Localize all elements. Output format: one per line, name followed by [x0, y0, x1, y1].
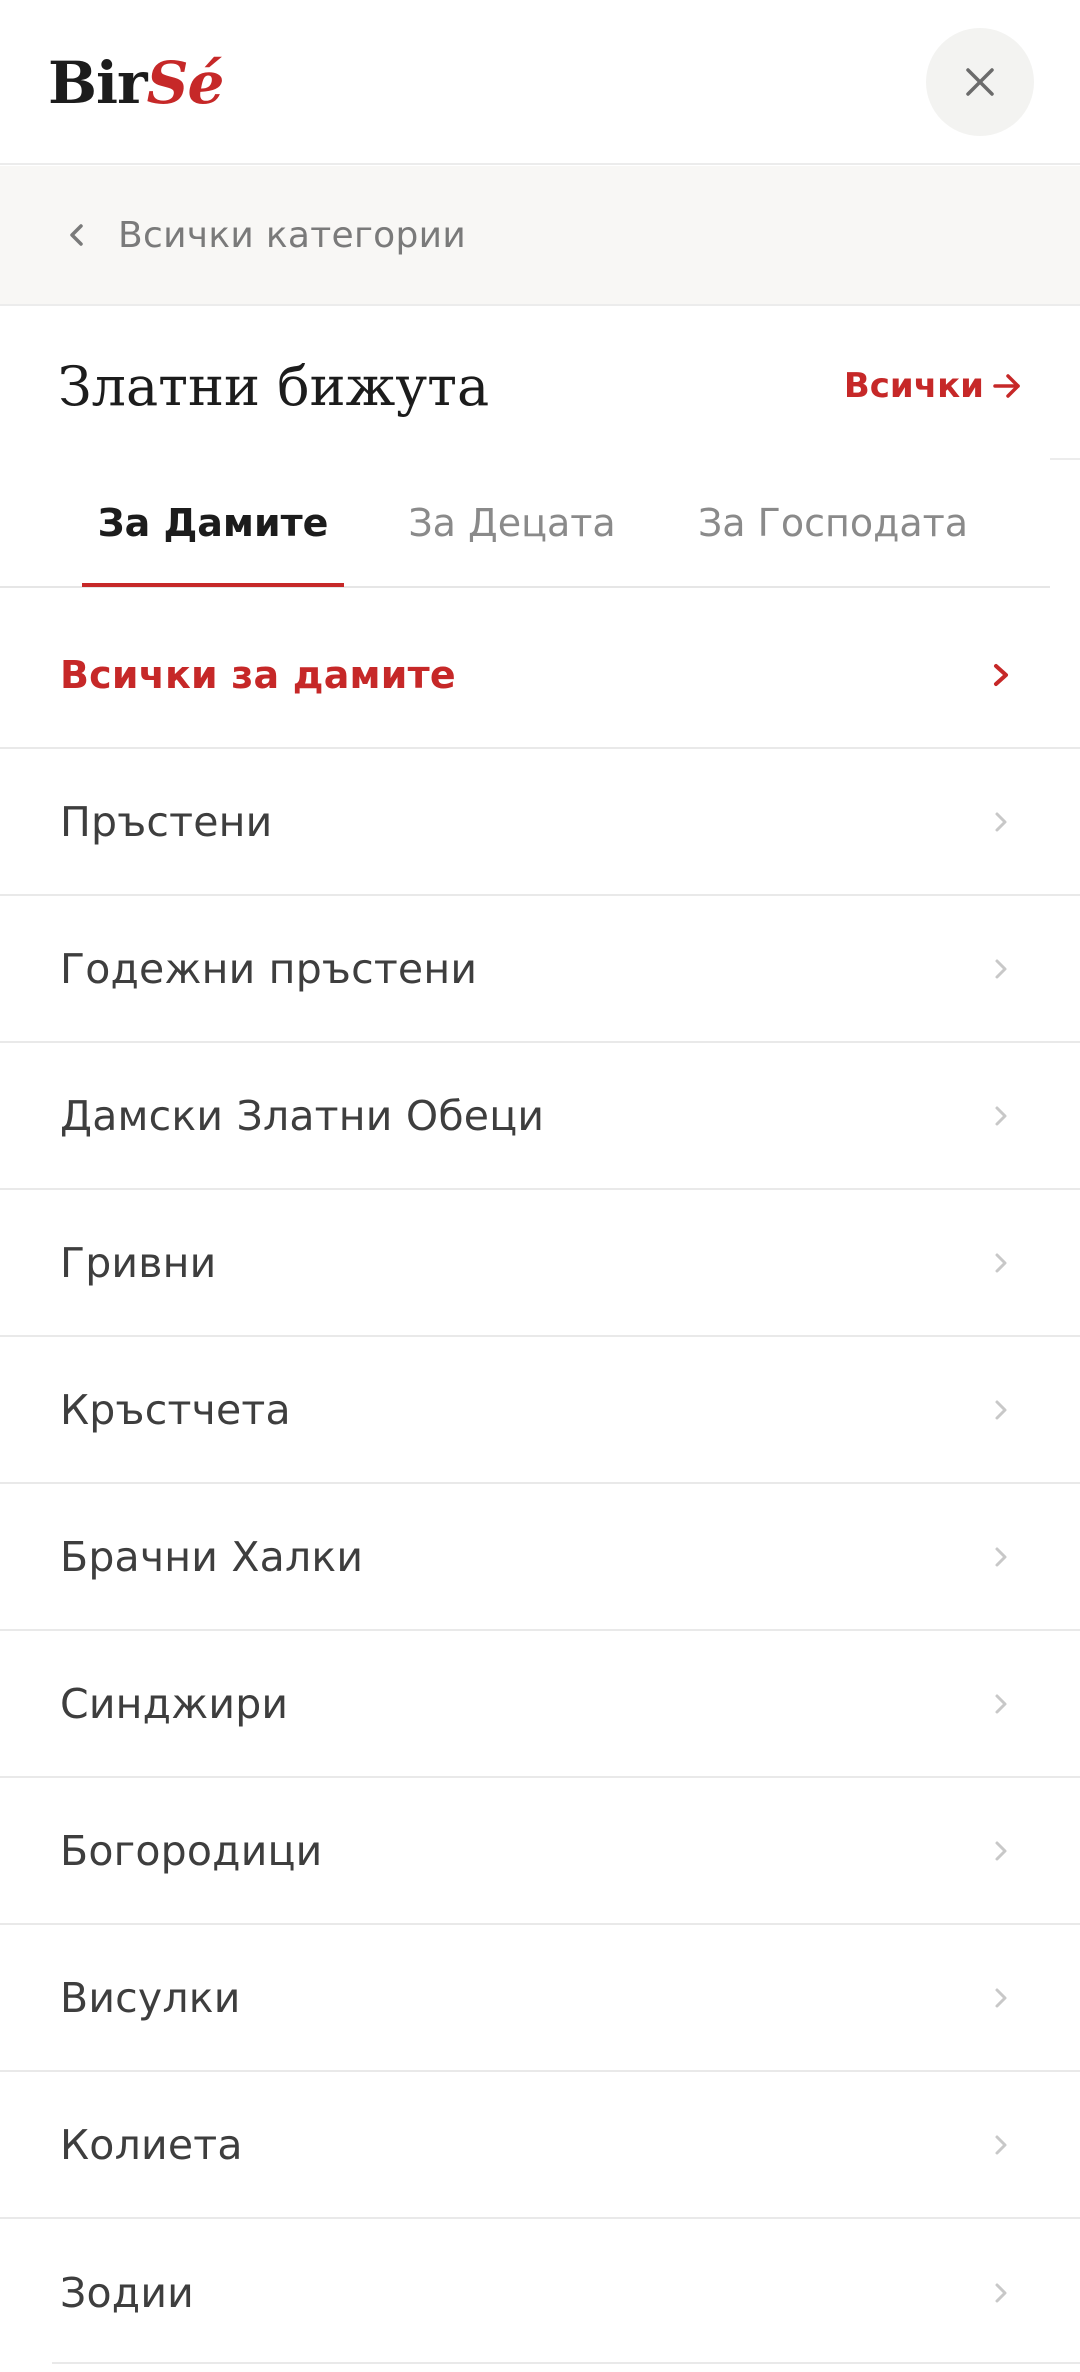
back-to-all-categories[interactable]: Всички категории [0, 166, 1080, 306]
chevron-right-icon [990, 2130, 1012, 2160]
list-item[interactable]: Брачни Халки [0, 1484, 1080, 1631]
chevron-right-icon [990, 2278, 1012, 2308]
tab-kids[interactable]: За Децата [380, 458, 644, 588]
chevron-right-icon [990, 807, 1012, 837]
list-item[interactable]: Дамски Златни Обеци [0, 1043, 1080, 1190]
list-item-label: Дамски Златни Обеци [60, 1091, 545, 1140]
list-item-label: Синджири [60, 1679, 289, 1728]
chevron-right-icon [990, 1101, 1012, 1131]
back-label: Всички категории [118, 214, 467, 256]
list-item-label: Всички за дамите [60, 653, 456, 697]
list-item-label: Зодии [60, 2268, 195, 2317]
list-item[interactable]: Зодии [0, 2219, 1080, 2366]
see-all-label: Всички [843, 366, 984, 406]
chevron-left-icon [66, 220, 96, 250]
logo-text-accent: Sé [146, 49, 225, 117]
tab-men[interactable]: За Господата [680, 458, 986, 588]
list-item[interactable]: Колиета [0, 2072, 1080, 2219]
list-item-label: Богородици [60, 1826, 323, 1875]
list-item[interactable]: Годежни пръстени [0, 896, 1080, 1043]
list-item-label: Кръстчета [60, 1385, 291, 1434]
top-bar: BirSé [0, 0, 1080, 165]
list-item-label: Висулки [60, 1973, 241, 2022]
close-button[interactable] [926, 28, 1034, 136]
list-item[interactable]: Кръстчета [0, 1337, 1080, 1484]
chevron-right-icon [990, 660, 1012, 690]
list-item[interactable]: Пръстени [0, 749, 1080, 896]
chevron-right-icon [990, 1248, 1012, 1278]
see-all-link[interactable]: Всички [844, 366, 1022, 406]
subcategory-list: Всички за дамите Пръстени Годежни пръсте… [0, 603, 1080, 2366]
category-header: Златни бижута Всички [0, 308, 1080, 460]
brand-logo[interactable]: BirSé [48, 48, 225, 118]
list-item-label: Годежни пръстени [60, 944, 478, 993]
list-item-label: Пръстени [60, 797, 273, 846]
chevron-right-icon [990, 1689, 1012, 1719]
list-item[interactable]: Гривни [0, 1190, 1080, 1337]
list-item-all-women[interactable]: Всички за дамите [0, 603, 1080, 749]
audience-tabs: За Дамите За Децата За Господата [0, 458, 1050, 588]
list-item-label: Колиета [60, 2120, 243, 2169]
divider [1050, 458, 1080, 460]
list-item[interactable]: Синджири [0, 1631, 1080, 1778]
chevron-right-icon [990, 1983, 1012, 2013]
chevron-right-icon [990, 1395, 1012, 1425]
list-item[interactable]: Висулки [0, 1925, 1080, 2072]
tab-women[interactable]: За Дамите [82, 458, 344, 588]
active-tab-indicator [82, 583, 344, 587]
chevron-right-icon [990, 1542, 1012, 1572]
list-item-label: Гривни [60, 1238, 217, 1287]
list-end-divider [52, 2362, 1080, 2364]
close-icon [966, 68, 994, 96]
page-title: Златни бижута [58, 355, 490, 418]
list-item-label: Брачни Халки [60, 1532, 364, 1581]
chevron-right-icon [990, 1836, 1012, 1866]
chevron-right-icon [990, 954, 1012, 984]
list-item[interactable]: Богородици [0, 1778, 1080, 1925]
logo-text-main: Bir [48, 49, 148, 117]
arrow-right-icon [993, 374, 1020, 398]
